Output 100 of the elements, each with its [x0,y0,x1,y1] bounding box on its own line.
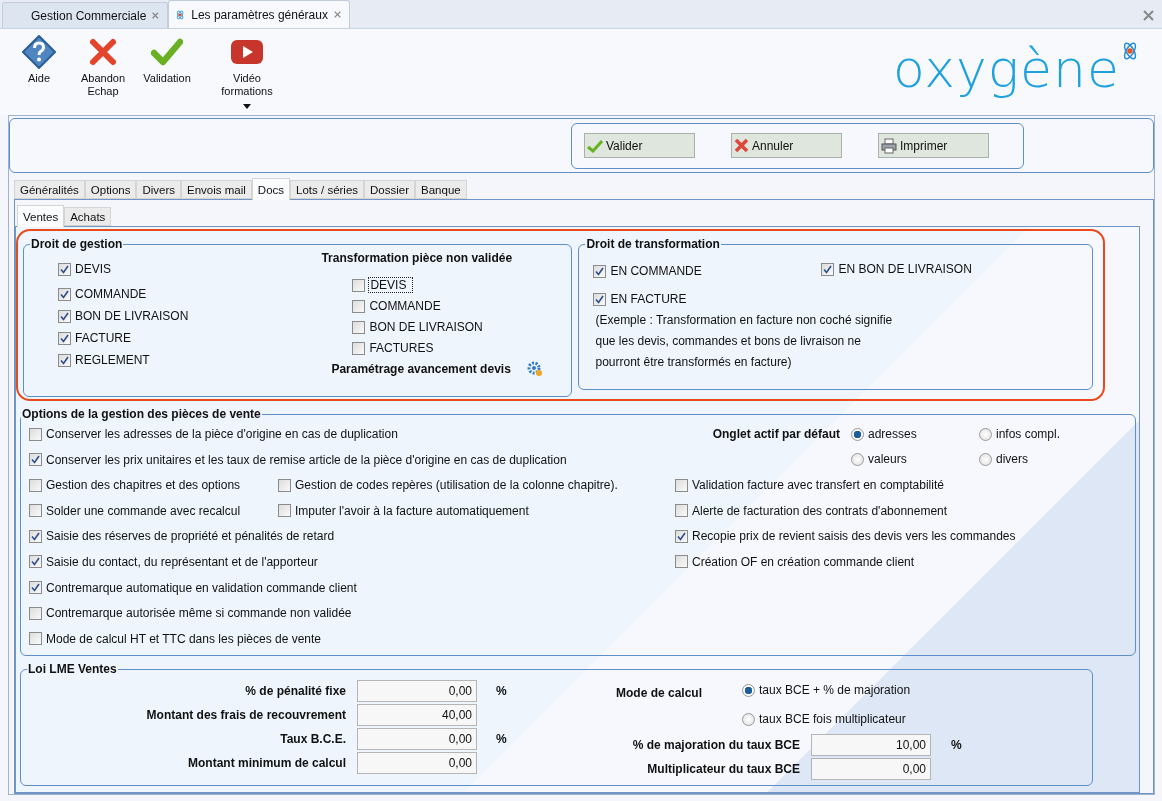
checkbox[interactable] [352,341,366,355]
checkbox-label: DEVIS [369,278,413,292]
checkbox[interactable] [675,504,688,518]
checkbox-label: Solder une commande avec recalcul [46,503,241,518]
radio-button[interactable] [742,712,755,726]
radio-label: adresses [868,427,917,441]
checkbox[interactable] [675,529,688,543]
tab[interactable]: Banque [415,180,467,199]
number-field[interactable]: 0,00 [357,680,477,702]
checkbox-label: Imputer l'avoir à la facture automatiquement [295,503,529,518]
close-icon[interactable] [1143,10,1154,21]
checkbox[interactable] [29,606,42,620]
checkbox-label: Validation facture avec transfert en comptabilité [692,478,944,492]
checkbox[interactable] [593,292,607,306]
radio-button[interactable] [851,452,864,466]
checkbox-label: COMMANDE [75,287,147,301]
close-icon[interactable] [152,10,159,22]
number-field[interactable]: 0,00 [357,728,477,750]
checkbox[interactable] [593,264,607,278]
note-text: (Exemple : Transformation en facture non coché signifie [595,313,894,327]
tab[interactable]: Achats [64,207,112,226]
checkbox-label: FACTURE [75,331,131,345]
number-field[interactable]: 40,00 [357,704,477,726]
logo: oxygène [893,41,1120,98]
checkbox-label: Conserver les adresses de la pièce d'origine en cas de duplication [46,427,398,441]
number-field[interactable]: 10,00 [811,734,931,756]
checkbox[interactable] [29,555,42,569]
checkbox-label: REGLEMENT [75,353,150,367]
checkbox[interactable] [278,478,291,492]
checkbox[interactable] [29,581,42,595]
checkbox[interactable] [29,504,42,518]
checkbox[interactable] [29,478,42,492]
tab[interactable]: Lots / séries [290,180,365,199]
field-label: % de majoration du taux BCE [631,738,800,752]
checkbox-label: Saisie du contact, du représentant et de l'apporteur [46,554,318,569]
printer-icon [881,137,897,154]
checkbox[interactable] [278,504,291,518]
checkbox-label: Contremarque automatique en validation commande client [46,580,357,595]
checkbox[interactable] [58,287,71,301]
document-tab[interactable]: Gestion Commerciale [2,2,168,29]
checkbox[interactable] [29,529,42,543]
tab[interactable]: Docs [251,178,291,200]
checkbox[interactable] [29,427,42,441]
checkbox-label: Création OF en création commande client [692,554,915,569]
close-icon [88,37,118,68]
tab[interactable]: Ventes [17,205,65,227]
checkbox-label: Gestion des chapitres et des options [46,478,241,493]
settings-icon[interactable] [526,361,543,377]
tab[interactable]: Options [84,180,137,199]
checkbox-label: Saisie des réserves de propriété et pénalités de retard [46,529,335,544]
checkbox-label: Contremarque autorisée même si commande non validée [46,606,352,621]
checkbox[interactable] [29,453,42,467]
checkbox-label: Conserver les prix unitaires et les taux de remise article de la pièce d'origine en cas de duplication [46,452,567,467]
checkbox[interactable] [58,262,71,276]
checkbox-label: FACTURES [369,341,434,355]
checkbox-label: COMMANDE [369,299,441,313]
checkbox[interactable] [675,555,688,569]
close-icon [734,138,749,153]
action-button[interactable]: Valider [584,133,695,158]
checkbox-label: Alerte de facturation des contrats d'abonnement [692,503,948,518]
radio-button[interactable] [742,683,755,697]
toolbar-button[interactable]: Abandon Echap [72,35,134,99]
checkbox[interactable] [29,632,42,646]
radio-button[interactable] [979,427,992,441]
checkmark-icon [151,37,183,68]
checkbox[interactable] [352,299,366,313]
action-button[interactable]: Imprimer [878,133,989,158]
field-label: Multiplicateur du taux BCE [646,762,800,776]
settings-label: Paramétrage avancement devis [331,362,511,376]
number-field[interactable]: 0,00 [811,758,931,780]
radio-button[interactable] [979,452,992,466]
group-title: Droit de gestion [30,237,124,251]
checkbox[interactable] [675,478,688,492]
unit-label: % [495,732,508,746]
toolbar-button[interactable]: Vidéo formations [216,35,278,110]
tab[interactable]: Dossier [364,180,416,199]
checkbox[interactable] [58,309,71,323]
note-text: pourront être transformés en facture) [595,355,793,369]
checkbox-label: EN BON DE LIVRAISON [838,262,972,276]
checkbox[interactable] [58,331,71,345]
checkbox[interactable] [821,262,835,276]
checkbox[interactable] [58,353,71,367]
tab[interactable]: Envois mail [181,180,252,199]
checkbox-label: BON DE LIVRAISON [75,309,189,323]
number-field[interactable]: 0,00 [357,752,477,774]
checkbox-label: BON DE LIVRAISON [369,320,483,334]
tab[interactable]: Généralités [14,180,85,199]
toolbar-button[interactable]: Aide [8,35,70,86]
radio-button[interactable] [851,427,864,441]
field-label: Taux B.C.E. [279,732,346,746]
checkbox[interactable] [352,320,366,334]
toolbar-button[interactable]: Validation [136,35,198,86]
document-tab[interactable]: Les paramètres généraux [168,0,350,29]
checkbox[interactable] [352,278,366,292]
field-label: Montant minimum de calcul [187,756,346,770]
checkbox-label: Gestion de codes repères (utilisation de la colonne chapitre). [295,478,618,493]
action-button[interactable]: Annuler [731,133,842,158]
checkbox-label: EN COMMANDE [610,264,702,278]
checkbox-label: EN FACTURE [610,292,687,306]
tab[interactable]: Divers [136,180,182,199]
